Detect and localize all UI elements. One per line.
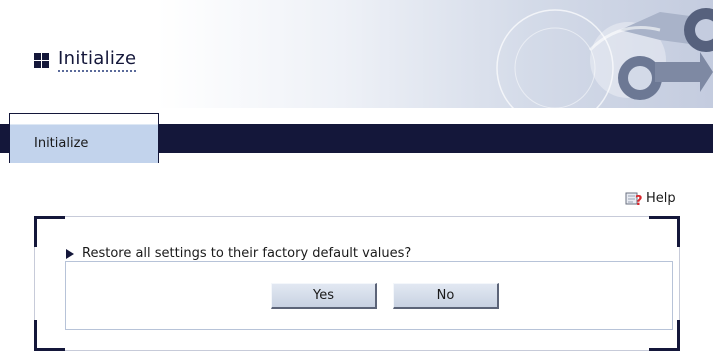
arrow-bullet-icon bbox=[66, 248, 74, 259]
help-icon: ? bbox=[625, 192, 643, 206]
frame-corner-top-right bbox=[649, 216, 680, 247]
help-label: Help bbox=[646, 190, 676, 206]
grid-icon bbox=[34, 52, 49, 68]
tab-bar-underline-left bbox=[0, 152, 9, 153]
page-title: Initialize bbox=[58, 48, 137, 72]
dialog-frame: Restore all settings to their factory de… bbox=[34, 216, 680, 351]
svg-text:?: ? bbox=[635, 194, 643, 206]
no-button[interactable]: No bbox=[393, 283, 499, 309]
frame-corner-top-left bbox=[34, 216, 65, 247]
question-row: Restore all settings to their factory de… bbox=[66, 246, 411, 261]
question-text: Restore all settings to their factory de… bbox=[82, 246, 412, 261]
tab-bar-underline bbox=[159, 152, 713, 153]
frame-corner-bottom-left bbox=[34, 320, 65, 351]
frame-line bbox=[679, 244, 680, 323]
tab-label: Initialize bbox=[34, 136, 89, 151]
frame-line bbox=[34, 244, 35, 323]
help-link[interactable]: ? Help bbox=[625, 190, 676, 206]
button-box: Yes No bbox=[65, 261, 673, 330]
frame-line bbox=[62, 216, 652, 217]
yes-button[interactable]: Yes bbox=[271, 283, 377, 309]
tab-initialize[interactable]: Initialize bbox=[9, 113, 159, 163]
title-area: Initialize bbox=[34, 48, 137, 72]
header-banner: Initialize bbox=[0, 0, 713, 108]
frame-line bbox=[62, 350, 652, 351]
